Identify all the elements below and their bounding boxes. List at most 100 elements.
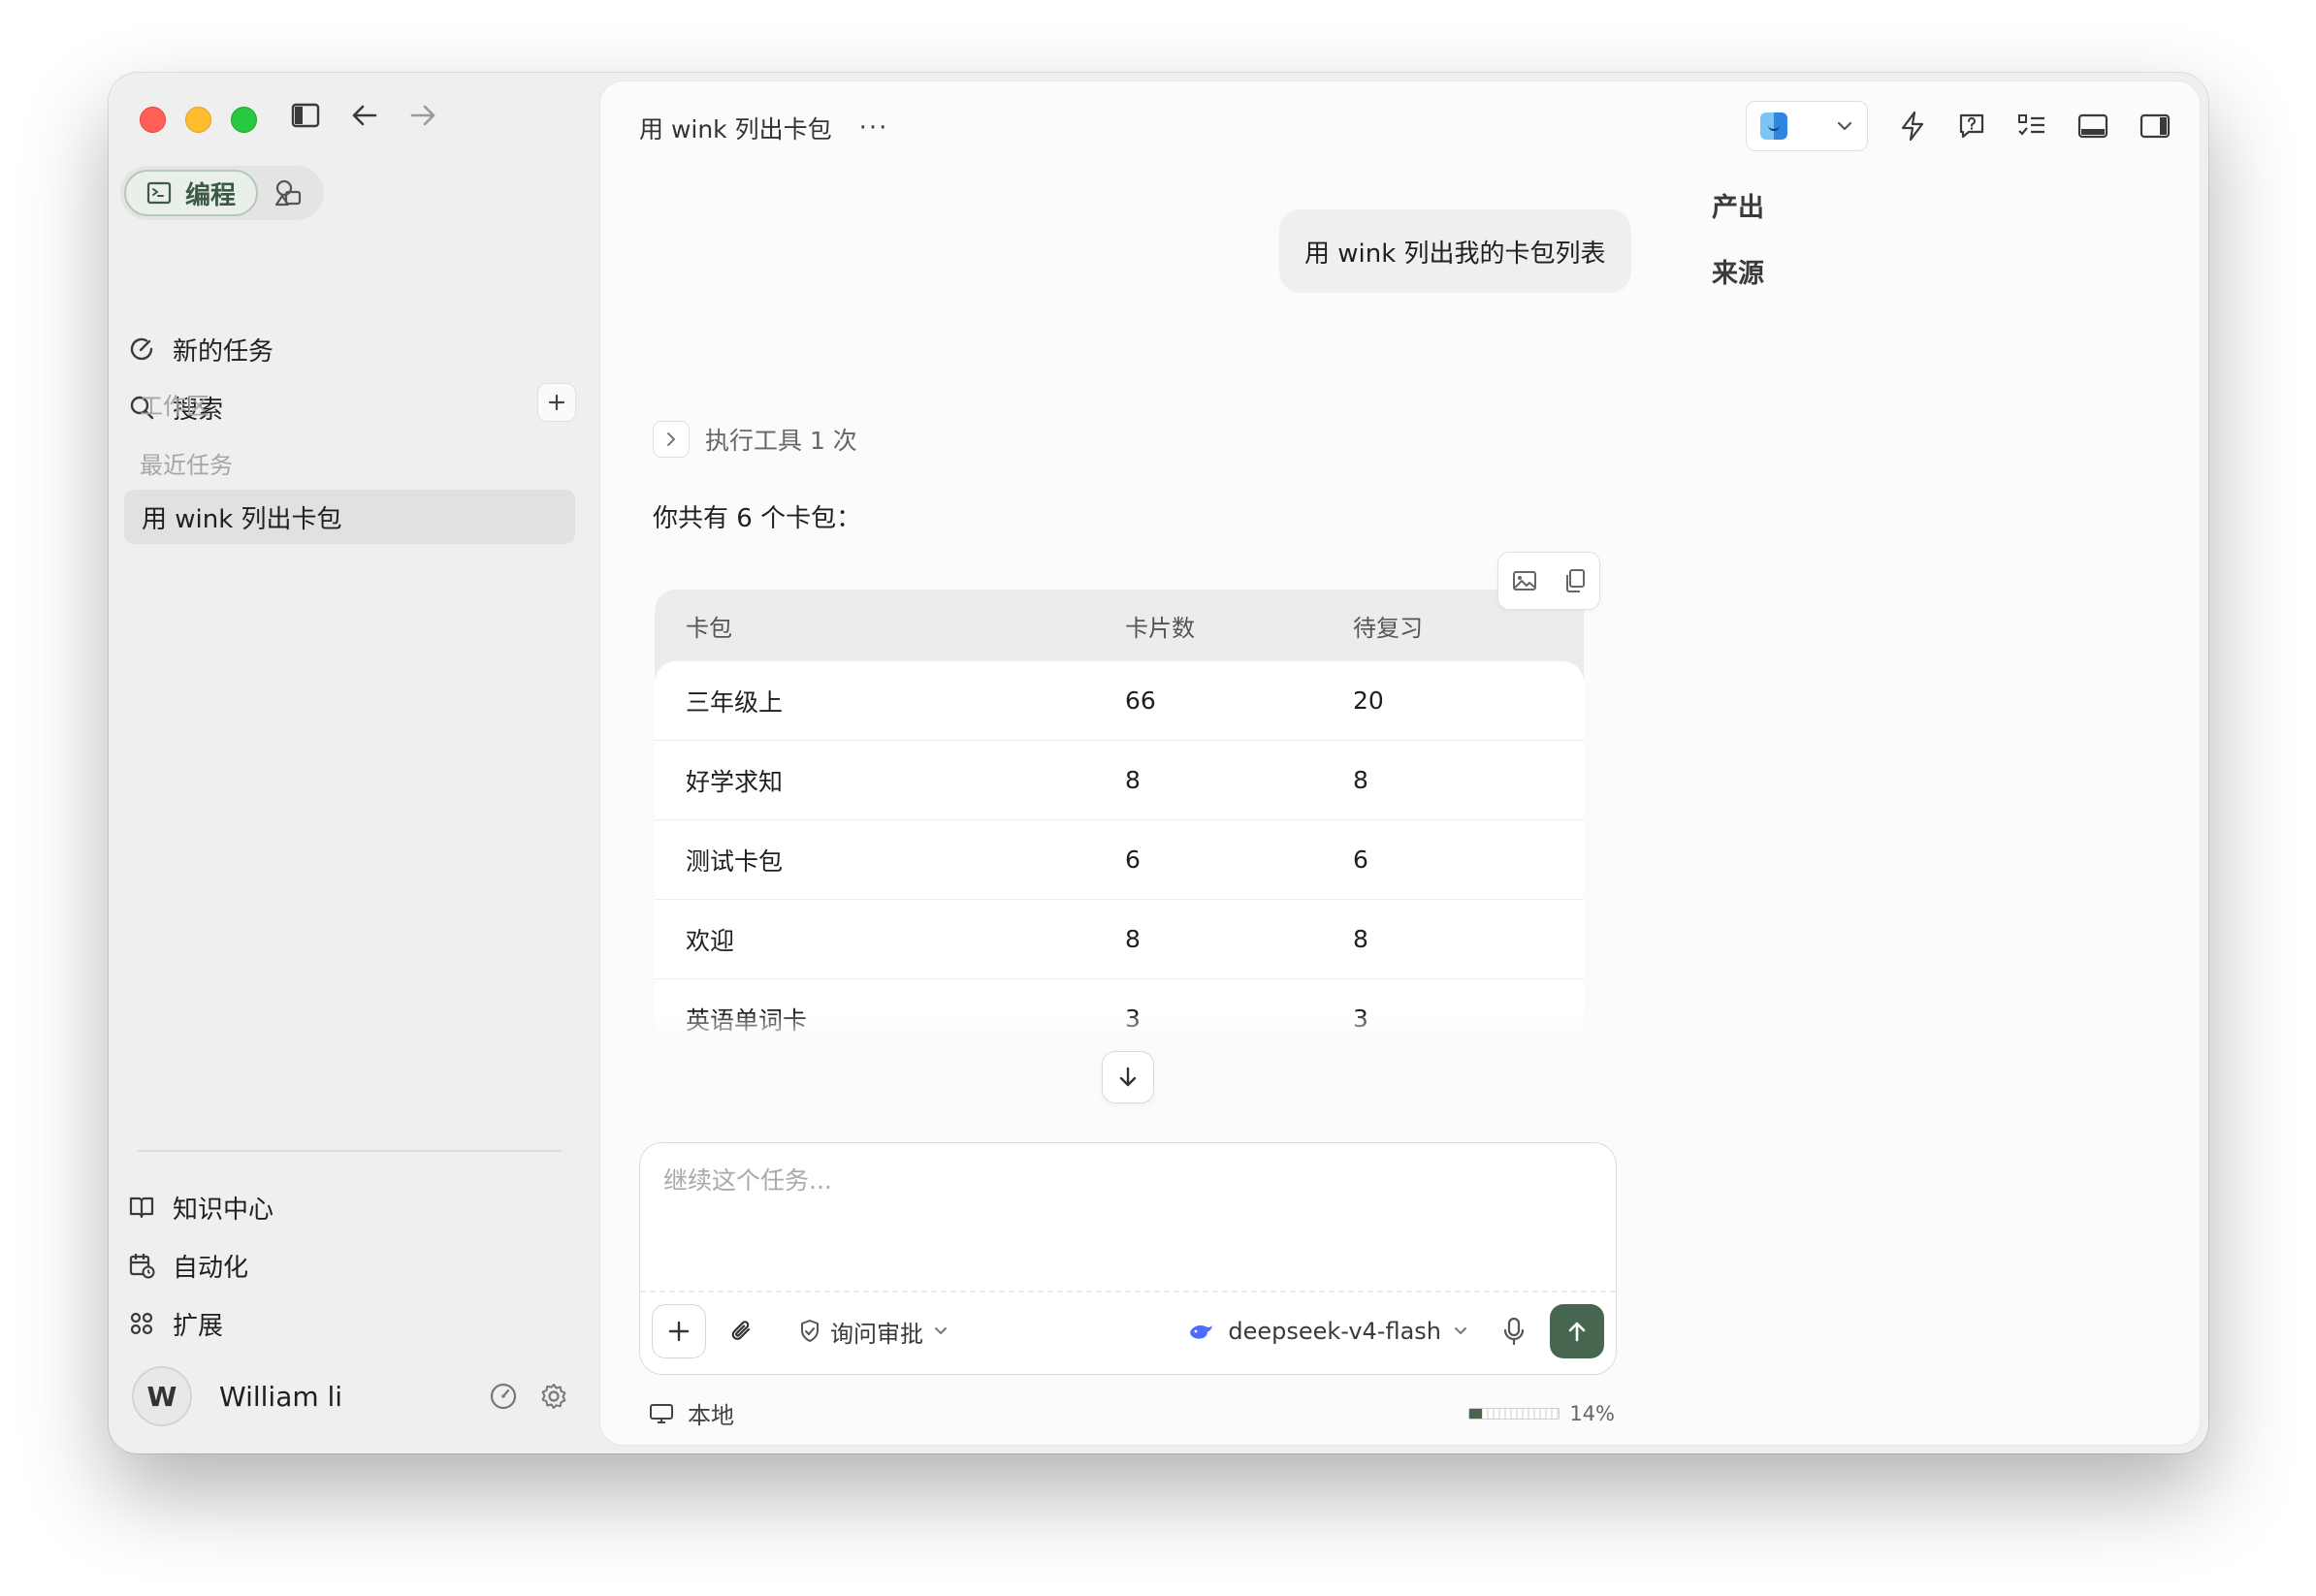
table-header-review: 待复习 xyxy=(1353,614,1423,642)
table-cell: 好学求知 xyxy=(686,767,784,796)
table-cell: 欢迎 xyxy=(686,926,735,955)
finder-icon xyxy=(1760,112,1787,140)
question-icon[interactable] xyxy=(1957,112,1986,141)
gauge-icon[interactable] xyxy=(489,1382,518,1411)
chevron-right-icon[interactable] xyxy=(653,421,690,458)
more-options-button[interactable]: ··· xyxy=(859,113,889,143)
mode-tab-design[interactable] xyxy=(258,178,320,207)
recent-task-label: 用 wink 列出卡包 xyxy=(142,504,342,534)
chevron-down-icon xyxy=(933,1326,949,1336)
main-panel: 用 wink 列出卡包 ··· 用 wink 列出我的卡包列表 执行工具 1 次… xyxy=(599,80,2201,1446)
task-header: 用 wink 列出卡包 ··· xyxy=(639,111,888,145)
add-attachment-menu-button[interactable] xyxy=(652,1304,706,1358)
terminal-icon xyxy=(146,181,172,205)
sidebar-divider xyxy=(138,1150,562,1152)
task-input[interactable] xyxy=(663,1166,1585,1195)
grid-icon xyxy=(128,1310,155,1337)
zoom-window-button[interactable] xyxy=(231,107,257,133)
shapes-icon xyxy=(273,178,306,207)
tool-run-summary[interactable]: 执行工具 1 次 xyxy=(653,421,857,458)
table-cell: 8 xyxy=(1125,766,1141,794)
close-window-button[interactable] xyxy=(140,107,166,133)
image-export-icon[interactable] xyxy=(1512,569,1537,592)
recent-section-label: 最近任务 xyxy=(140,452,233,479)
sidebar: 编程 新的任务 搜索 工作区 最近任务 用 wink 列出卡包 知识中心 自动化… xyxy=(109,73,594,1453)
checklist-icon[interactable] xyxy=(2017,112,2046,140)
new-task-label: 新的任务 xyxy=(173,336,274,367)
automation-item[interactable]: 自动化 xyxy=(128,1240,248,1291)
arrow-right-icon[interactable] xyxy=(409,104,436,127)
minimize-window-button[interactable] xyxy=(185,107,211,133)
sidebar-toolbar xyxy=(291,103,436,128)
book-icon xyxy=(128,1195,155,1220)
table-row: 三年级上 66 20 xyxy=(655,661,1584,741)
user-message-bubble: 用 wink 列出我的卡包列表 xyxy=(1279,209,1631,293)
mode-tab-coding-label: 编程 xyxy=(184,180,236,210)
right-panel-icon[interactable] xyxy=(2139,113,2171,139)
environment-selector[interactable]: 本地 xyxy=(649,1396,734,1430)
user-name[interactable]: William li xyxy=(219,1381,342,1413)
avatar[interactable]: W xyxy=(132,1366,192,1426)
user-row: W William li xyxy=(132,1362,578,1430)
workspace-section-label: 工作区 xyxy=(140,393,209,420)
table-cell: 20 xyxy=(1353,686,1384,715)
table-cell: 8 xyxy=(1353,925,1368,953)
table-body: 三年级上 66 20 好学求知 8 8 测试卡包 6 6 欢迎 8 8 xyxy=(655,661,1584,1055)
plus-icon xyxy=(548,394,565,411)
approval-mode-label: 询问审批 xyxy=(830,1320,923,1348)
user-message-text: 用 wink 列出我的卡包列表 xyxy=(1304,239,1606,269)
output-section-title[interactable]: 产出 xyxy=(1712,186,1764,224)
table-header-cards: 卡片数 xyxy=(1125,614,1195,642)
context-usage: 14% xyxy=(1468,1402,1615,1425)
microphone-icon[interactable] xyxy=(1503,1317,1525,1346)
mode-switch: 编程 xyxy=(120,166,324,220)
table-row: 欢迎 8 8 xyxy=(655,900,1584,979)
table-header-row: 卡包 卡片数 待复习 xyxy=(655,590,1584,661)
model-label: deepseek-v4-flash xyxy=(1228,1318,1441,1345)
approval-mode-dropdown[interactable]: 询问审批 xyxy=(799,1315,949,1349)
mode-tab-coding[interactable]: 编程 xyxy=(124,170,258,216)
table-cell: 66 xyxy=(1125,686,1156,715)
table-tools xyxy=(1497,552,1600,610)
answer-intro: 你共有 6 个卡包： xyxy=(653,504,862,533)
table-header-deck: 卡包 xyxy=(686,614,732,642)
page-title: 用 wink 列出卡包 xyxy=(639,115,832,144)
table-row: 测试卡包 6 6 xyxy=(655,820,1584,900)
context-usage-bar xyxy=(1468,1407,1560,1420)
calendar-clock-icon xyxy=(128,1252,155,1279)
composer: 询问审批 deepseek-v4-flash xyxy=(639,1142,1617,1375)
extensions-item[interactable]: 扩展 xyxy=(128,1298,223,1349)
table-cell: 8 xyxy=(1125,925,1141,953)
sources-section-title[interactable]: 来源 xyxy=(1712,252,1764,290)
table-cell: 8 xyxy=(1353,766,1368,794)
top-toolbar xyxy=(1746,101,2171,151)
app-picker-dropdown[interactable] xyxy=(1746,101,1868,151)
monitor-icon xyxy=(649,1402,674,1425)
table-cell: 测试卡包 xyxy=(686,846,784,876)
gear-icon[interactable] xyxy=(539,1382,568,1411)
copy-icon[interactable] xyxy=(1563,568,1587,593)
status-row: 本地 14% xyxy=(649,1396,1615,1430)
scroll-to-bottom-button[interactable] xyxy=(1102,1051,1154,1103)
sidebar-toggle-icon[interactable] xyxy=(291,103,320,128)
model-selector-dropdown[interactable]: deepseek-v4-flash xyxy=(1187,1318,1468,1345)
knowledge-center-item[interactable]: 知识中心 xyxy=(128,1182,273,1232)
recent-task-item[interactable]: 用 wink 列出卡包 xyxy=(124,490,575,544)
send-button[interactable] xyxy=(1550,1304,1604,1358)
new-task-icon xyxy=(128,335,155,363)
table-row: 好学求知 8 8 xyxy=(655,741,1584,820)
lightning-icon[interactable] xyxy=(1899,111,1926,142)
add-workspace-button[interactable] xyxy=(537,383,576,422)
deepseek-whale-icon xyxy=(1187,1321,1216,1342)
plus-icon xyxy=(668,1321,690,1342)
table-cell: 6 xyxy=(1353,846,1368,874)
table-cell: 三年级上 xyxy=(686,687,784,717)
shield-check-icon xyxy=(799,1319,820,1344)
bottom-panel-icon[interactable] xyxy=(2077,113,2108,139)
knowledge-center-label: 知识中心 xyxy=(173,1195,274,1225)
arrow-down-icon xyxy=(1119,1067,1137,1087)
chevron-down-icon xyxy=(1836,120,1853,132)
new-task-item[interactable]: 新的任务 xyxy=(128,324,273,374)
arrow-left-icon[interactable] xyxy=(351,104,378,127)
paperclip-icon[interactable] xyxy=(729,1318,755,1345)
